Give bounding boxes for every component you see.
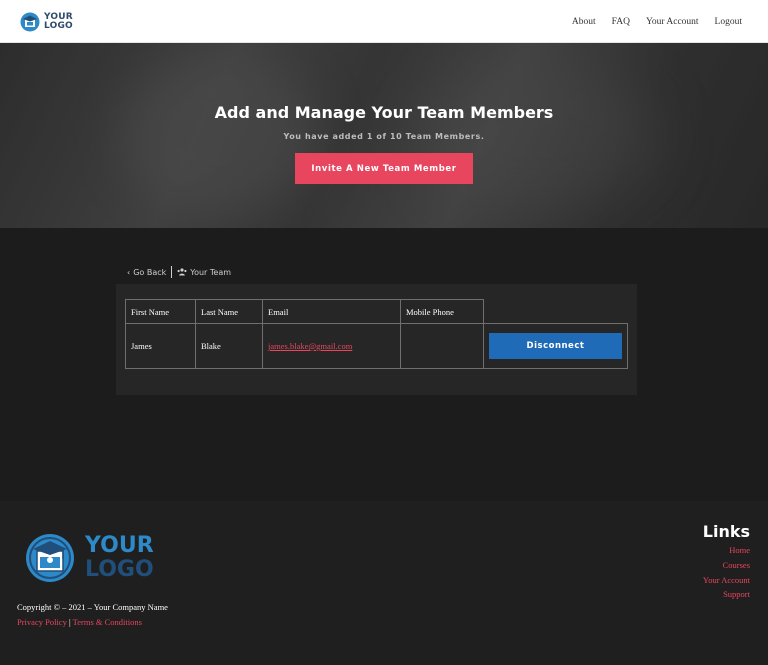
chevron-left-icon: ‹ bbox=[127, 267, 131, 277]
footer-logo-line1: YOUR bbox=[85, 533, 154, 558]
breadcrumb: ‹ Go Back Your Team bbox=[127, 265, 231, 279]
column-header-last-name: Last Name bbox=[195, 299, 263, 324]
nav-your-account[interactable]: Your Account bbox=[646, 17, 699, 27]
legal-separator: | bbox=[68, 617, 71, 627]
team-count-text: You have added 1 of 10 Team Members. bbox=[283, 132, 485, 141]
footer-links: Home Courses Your Account Support bbox=[703, 543, 750, 602]
legal-links: Privacy Policy | Terms & Conditions bbox=[17, 617, 142, 627]
nav-about[interactable]: About bbox=[572, 17, 596, 27]
page-title: Add and Manage Your Team Members bbox=[214, 103, 554, 122]
column-header-action bbox=[484, 300, 628, 324]
site-header: YOUR LOGO About FAQ Your Account Logout bbox=[0, 0, 768, 43]
table-header-row: First Name Last Name Email Mobile Phone bbox=[125, 299, 628, 324]
footer-link-home[interactable]: Home bbox=[729, 545, 750, 555]
breadcrumb-divider bbox=[171, 266, 173, 278]
nav-faq[interactable]: FAQ bbox=[612, 17, 630, 27]
footer-link-courses[interactable]: Courses bbox=[723, 560, 750, 570]
cell-last-name: Blake bbox=[195, 323, 263, 369]
graduation-logo-icon bbox=[26, 534, 74, 582]
footer-logo[interactable]: YOUR LOGO bbox=[25, 532, 161, 584]
hero-banner: Add and Manage Your Team Members You hav… bbox=[0, 43, 768, 228]
nav-logout[interactable]: Logout bbox=[715, 17, 742, 27]
header-logo[interactable]: YOUR LOGO bbox=[20, 10, 76, 34]
breadcrumb-current: Your Team bbox=[190, 267, 232, 277]
main-nav: About FAQ Your Account Logout bbox=[572, 0, 742, 43]
go-back-link[interactable]: Go Back bbox=[133, 268, 166, 277]
header-logo-line2: LOGO bbox=[44, 21, 73, 31]
team-panel: First Name Last Name Email Mobile Phone … bbox=[116, 284, 637, 395]
footer-logo-line2: LOGO bbox=[85, 557, 154, 582]
site-footer: YOUR LOGO Copyright © – 2021 – Your Comp… bbox=[0, 501, 768, 665]
footer-link-support[interactable]: Support bbox=[723, 589, 750, 599]
footer-links-title: Links bbox=[702, 522, 750, 541]
cell-email-link[interactable]: james.blake@gmail.com bbox=[268, 341, 352, 351]
users-icon bbox=[177, 268, 187, 276]
terms-conditions-link[interactable]: Terms & Conditions bbox=[73, 617, 142, 627]
footer-link-your-account[interactable]: Your Account bbox=[703, 575, 750, 585]
cell-mobile-phone bbox=[400, 323, 484, 369]
column-header-first-name: First Name bbox=[125, 299, 196, 324]
column-header-email: Email bbox=[262, 299, 401, 324]
graduation-logo-icon bbox=[20, 12, 40, 32]
disconnect-button[interactable]: Disconnect bbox=[489, 333, 622, 359]
table-row: James Blake james.blake@gmail.com Discon… bbox=[125, 323, 628, 369]
privacy-policy-link[interactable]: Privacy Policy bbox=[17, 617, 67, 627]
invite-team-member-button[interactable]: Invite A New Team Member bbox=[295, 153, 473, 184]
column-header-mobile-phone: Mobile Phone bbox=[400, 299, 484, 324]
cell-first-name: James bbox=[125, 323, 196, 369]
team-table: First Name Last Name Email Mobile Phone … bbox=[125, 299, 628, 369]
copyright-text: Copyright © – 2021 – Your Company Name bbox=[17, 602, 168, 612]
